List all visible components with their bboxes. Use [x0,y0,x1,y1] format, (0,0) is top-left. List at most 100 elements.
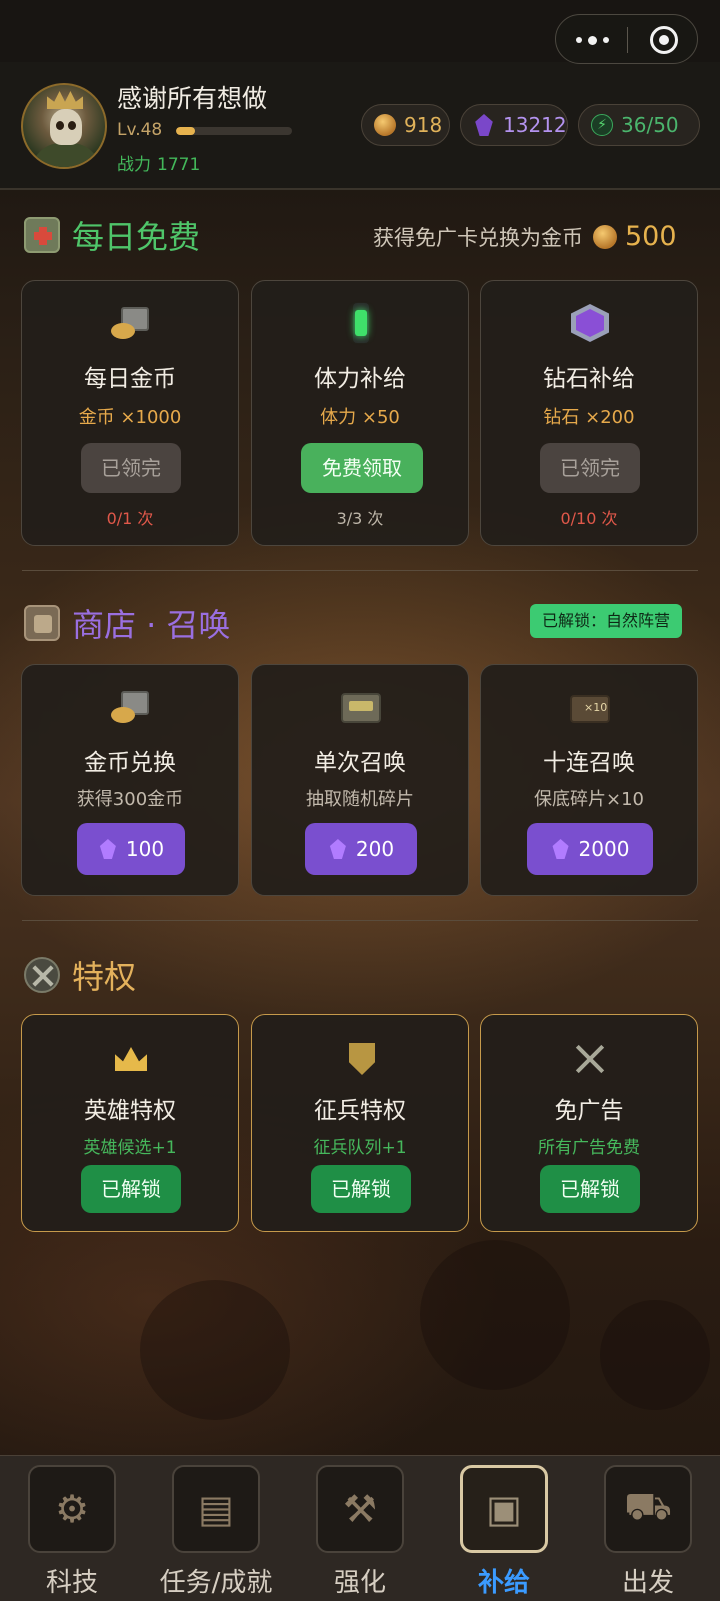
player-header: 感谢所有想做 Lv.48 战力 1771 918 13212 ⚡ 36/50 [0,62,720,190]
shop-stall-icon [24,605,60,641]
nav-item-depart[interactable]: ⛟ 出发 [576,1456,720,1601]
privilege-card-recruit: 征兵特权 征兵队列+1 已解锁 [251,1014,469,1232]
card-title: 英雄特权 [84,1098,176,1124]
nav-label: 任务/成就 [159,1568,273,1598]
claim-count: 0/10 次 [560,509,618,528]
gem-icon [552,839,569,859]
vehicle-icon: ⛟ [604,1465,692,1553]
card-desc: 保底碎片×10 [534,789,644,810]
card-desc: 获得300金币 [76,789,184,810]
gear-icon: ⚙ [28,1465,116,1553]
card-title: 金币兑换 [84,750,176,776]
nav-label: 出发 [621,1568,674,1598]
claimed-button[interactable]: 已领完 [81,443,181,493]
section-divider [22,570,698,571]
crown-icon [111,1039,151,1079]
hammer-icon: ⚒ [316,1465,404,1553]
ten-crate-icon: ×10 [570,687,610,727]
card-desc: 所有广告免费 [538,1138,640,1158]
reward-text: 钻石 ×200 [543,407,635,428]
claimed-button[interactable]: 已领完 [540,443,640,493]
gem-count: 13212 [503,113,567,137]
energy-count: 36/50 [621,113,679,137]
reward-text: 金币 ×1000 [78,407,182,428]
crossed-swords-icon [24,957,60,993]
first-aid-box-icon [24,217,60,253]
card-title: 免广告 [554,1098,624,1124]
coin-count: 918 [404,113,443,137]
single-summon-button[interactable]: 200 [305,823,417,875]
shop-card-ten-summon: ×10 十连召唤 保底碎片×10 2000 [480,664,698,896]
player-level: Lv.48 [117,120,163,140]
more-menu-icon[interactable] [570,27,614,53]
shield-icon [341,1039,381,1079]
reward-text: 体力 ×50 [320,407,400,428]
free-claim-button[interactable]: 免费领取 [301,443,423,493]
crate-icon: ▣ [460,1465,548,1553]
card-desc: 抽取随机碎片 [306,789,414,810]
gem-crystal-icon [570,303,610,343]
energy-counter[interactable]: ⚡ 36/50 [578,104,700,146]
energy-canister-icon [341,303,381,343]
card-title: 单次召唤 [314,750,406,776]
gem-icon [475,114,493,136]
ammo-crate-icon [341,687,381,727]
xp-bar-fill [176,127,195,135]
unlocked-button[interactable]: 已解锁 [540,1165,640,1213]
unlocked-button[interactable]: 已解锁 [311,1165,411,1213]
unlocked-button[interactable]: 已解锁 [81,1165,181,1213]
privilege-card-no-ads: 免广告 所有广告免费 已解锁 [480,1014,698,1232]
close-miniprogram-icon[interactable] [650,26,678,54]
background-barrel [420,1240,570,1390]
daily-card-gems: 钻石补给 钻石 ×200 已领完 0/10 次 [480,280,698,546]
privilege-card-hero: 英雄特权 英雄候选+1 已解锁 [21,1014,239,1232]
faction-unlocked-badge: 已解锁：自然阵营 [530,604,683,638]
nav-label: 强化 [333,1568,386,1598]
nav-item-upgrade[interactable]: ⚒ 强化 [288,1456,432,1601]
bottom-nav: ⚙ 科技 ▤ 任务/成就 ⚒ 强化 ▣ 补给 ⛟ 出发 [0,1455,720,1601]
coin-crate-icon [111,303,151,343]
gem-icon [99,839,116,859]
daily-note: 获得免广卡兑换为金币 500 [373,221,677,252]
card-title: 十连召唤 [543,750,635,776]
daily-free-title: 每日免费 [24,212,200,258]
shop-summon-title: 商店 · 召唤 [24,600,231,646]
username: 感谢所有想做 [117,84,268,113]
lightning-icon: ⚡ [591,114,613,136]
coin-icon [593,224,617,249]
claim-count: 0/1 次 [106,509,154,528]
scroll-icon: ▤ [172,1465,260,1553]
background-debris [600,1300,710,1410]
miniprogram-capsule [555,14,698,64]
card-title: 体力补给 [314,366,406,392]
card-title: 征兵特权 [314,1098,406,1124]
shop-card-coin-exchange: 金币兑换 获得300金币 100 [21,664,239,896]
nav-label: 补给 [477,1568,530,1598]
background-tire [140,1280,290,1420]
xp-bar [176,127,292,135]
gem-icon [329,839,346,859]
gem-counter[interactable]: 13212 [460,104,568,146]
avatar[interactable] [21,83,107,169]
nav-item-supply[interactable]: ▣ 补给 [432,1456,576,1601]
nav-label: 科技 [45,1568,98,1598]
daily-card-coins: 每日金币 金币 ×1000 已领完 0/1 次 [21,280,239,546]
combat-power: 战力 1771 [117,155,201,175]
ten-summon-button[interactable]: 2000 [527,823,653,875]
shop-card-single-summon: 单次召唤 抽取随机碎片 200 [251,664,469,896]
buy-coins-button[interactable]: 100 [77,823,185,875]
section-divider [22,920,698,921]
privilege-title: 特权 [24,952,136,998]
card-desc: 英雄候选+1 [83,1138,177,1158]
card-desc: 征兵队列+1 [313,1138,407,1158]
coin-counter[interactable]: 918 [361,104,450,146]
coin-crate-icon [111,687,151,727]
crossed-swords-icon [570,1039,610,1079]
claim-count: 3/3 次 [336,509,384,528]
nav-item-tech[interactable]: ⚙ 科技 [0,1456,144,1601]
nav-item-missions[interactable]: ▤ 任务/成就 [144,1456,288,1601]
daily-card-energy: 体力补给 体力 ×50 免费领取 3/3 次 [251,280,469,546]
coin-icon [374,114,396,136]
card-title: 每日金币 [84,366,176,392]
card-title: 钻石补给 [543,366,635,392]
